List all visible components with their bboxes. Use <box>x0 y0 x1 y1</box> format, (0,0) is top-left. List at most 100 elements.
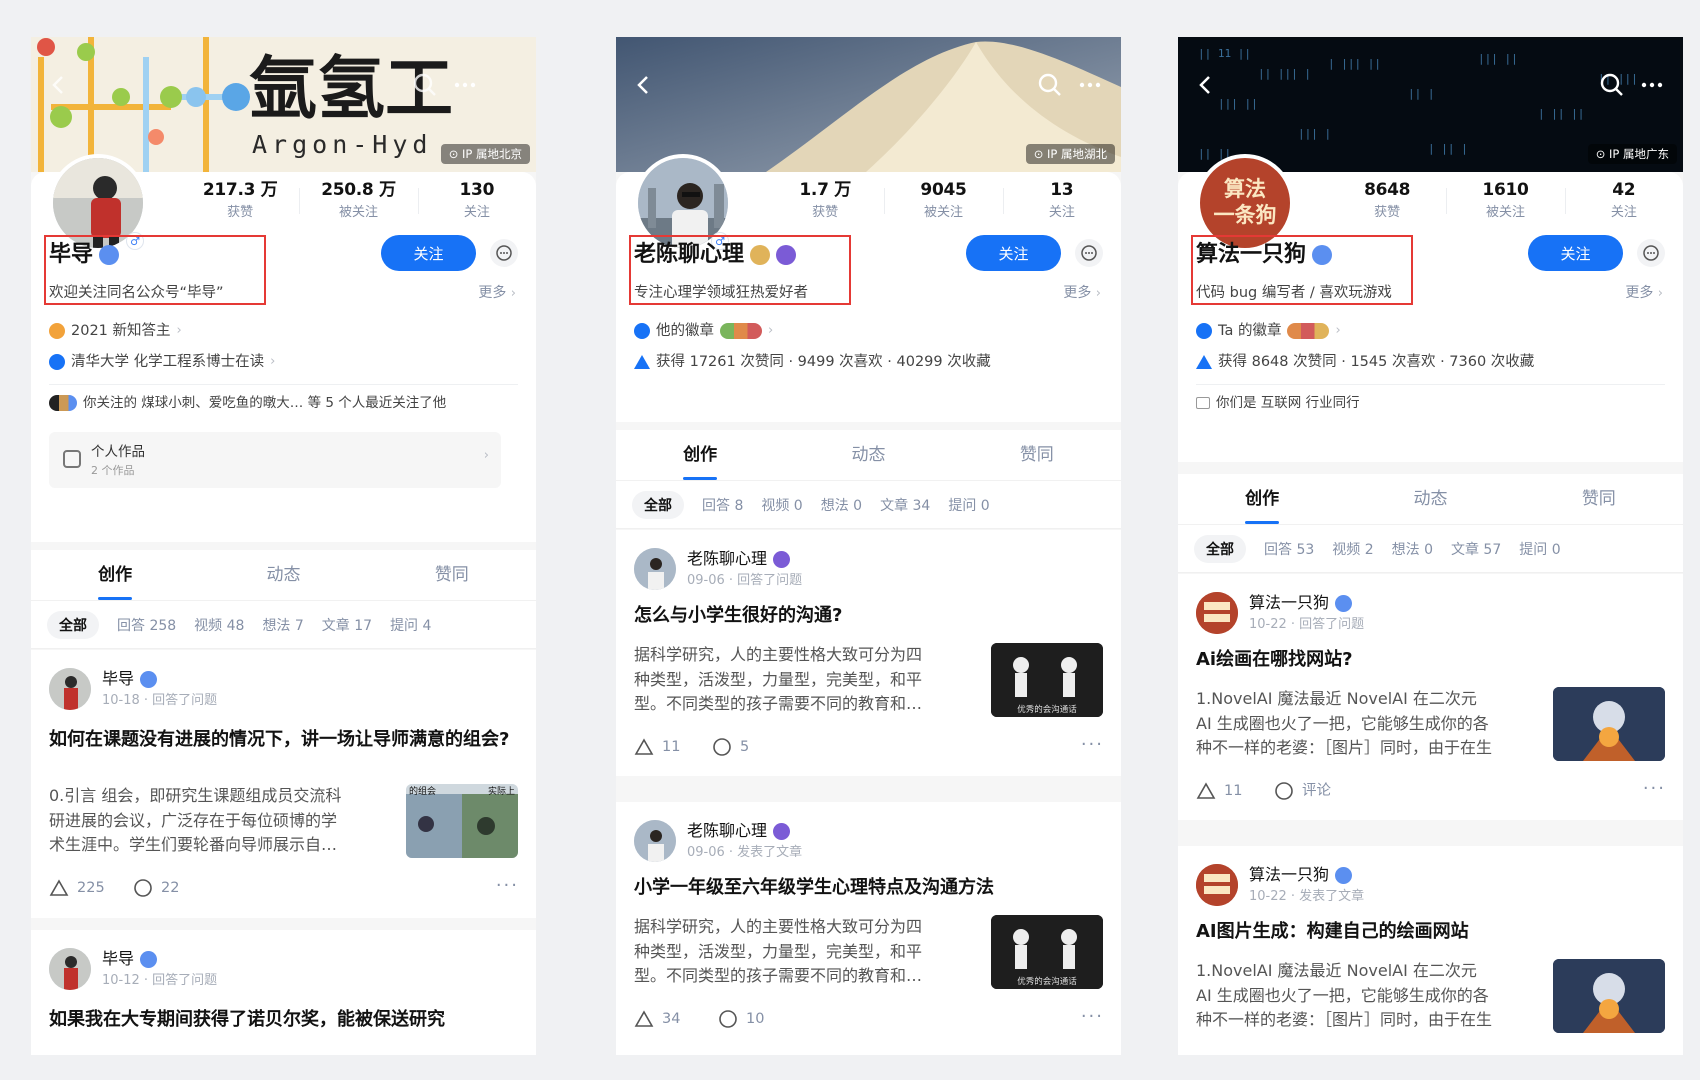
stat-likes[interactable]: 8648 获赞 <box>1328 178 1446 228</box>
search-icon[interactable] <box>411 71 439 99</box>
post-excerpt[interactable]: 据科学研究，人的主要性格大致可分为四种类型，活泼型，力量型，完美型，和平型。不同… <box>634 915 932 989</box>
author-name[interactable]: 毕导 <box>102 668 134 690</box>
more-options-icon[interactable] <box>451 71 479 99</box>
stat-likes[interactable]: 217.3 万获赞 <box>181 178 299 228</box>
post-title[interactable]: 如何在课题没有进展的情况下，讲一场让导师满意的组会? <box>49 726 518 754</box>
stat-following[interactable]: 130 关注 <box>417 178 536 228</box>
post-title[interactable]: Ai绘画在哪找网站? <box>1196 646 1665 674</box>
author-avatar[interactable] <box>634 820 676 862</box>
filter-videos[interactable]: 视频 2 <box>1332 535 1373 563</box>
filter-articles[interactable]: 文章 34 <box>880 491 930 519</box>
follow-button[interactable]: 关注 <box>966 235 1061 271</box>
back-icon[interactable] <box>1192 71 1220 99</box>
more-options-icon[interactable] <box>1076 71 1104 99</box>
badges-row[interactable]: 他的徽章 › <box>634 320 773 342</box>
education-row[interactable]: 清华大学 化学工程系博士在读 › <box>49 351 275 373</box>
more-options-icon[interactable]: ··· <box>1081 735 1104 755</box>
author-name[interactable]: 老陈聊心理 <box>687 548 767 570</box>
comment-button[interactable]: 5 <box>712 735 749 759</box>
author-name[interactable]: 老陈聊心理 <box>687 820 767 842</box>
author-avatar[interactable] <box>49 668 91 710</box>
comment-button[interactable]: 10 <box>718 1007 764 1031</box>
tab-creation[interactable]: 创作 <box>31 550 199 600</box>
upvote-button[interactable]: 11 <box>1196 779 1242 803</box>
comment-button[interactable]: 22 <box>133 876 179 900</box>
author-name[interactable]: 算法一只狗 <box>1249 864 1329 886</box>
stat-likes[interactable]: 1.7 万获赞 <box>766 178 884 228</box>
back-icon[interactable] <box>45 71 73 99</box>
post-thumbnail[interactable] <box>1553 959 1665 1033</box>
author-avatar[interactable] <box>634 548 676 590</box>
filter-thoughts[interactable]: 想法 0 <box>821 491 862 519</box>
post-excerpt[interactable]: 1.NovelAI 魔法最近 NovelAI 在二次元 AI 生成圈也火了一把，… <box>1196 959 1494 1033</box>
post-title[interactable]: 小学一年级至六年级学生心理特点及沟通方法 <box>634 874 1103 902</box>
message-icon[interactable] <box>1637 239 1665 267</box>
filter-articles[interactable]: 文章 57 <box>1451 535 1501 563</box>
stat-followers[interactable]: 250.8 万被关注 <box>299 178 417 228</box>
feed-item[interactable]: 老陈聊心理 09-06 · 发表了文章 小学一年级至六年级学生心理特点及沟通方法… <box>616 802 1121 1055</box>
upvote-button[interactable]: 225 <box>49 876 105 900</box>
filter-questions[interactable]: 提问 0 <box>1519 535 1560 563</box>
stat-followers[interactable]: 9045 被关注 <box>884 178 1002 228</box>
filter-all[interactable]: 全部 <box>47 610 99 639</box>
filter-videos[interactable]: 视频 0 <box>761 491 802 519</box>
post-title[interactable]: AI图片生成：构建自己的绘画网站 <box>1196 918 1665 946</box>
badges-row[interactable]: Ta 的徽章 › <box>1196 320 1341 342</box>
author-avatar[interactable] <box>49 948 91 990</box>
filter-answers[interactable]: 回答 8 <box>702 491 743 519</box>
post-excerpt[interactable]: 0.引言 组会，即研究生课题组成员交流科研进展的会议，广泛存在于每位硕博的学术生… <box>49 784 347 858</box>
upvote-button[interactable]: 34 <box>634 1007 680 1031</box>
feed-item[interactable]: 算法一只狗 10-22 · 回答了问题 Ai绘画在哪找网站? 1.NovelAI… <box>1178 574 1683 820</box>
tab-upvoted[interactable]: 赞同 <box>953 430 1121 480</box>
more-options-icon[interactable]: ··· <box>496 876 519 896</box>
tab-activity[interactable]: 动态 <box>199 550 367 600</box>
honor-row[interactable]: 2021 新知答主 › <box>49 320 182 342</box>
post-title[interactable]: 如果我在大专期间获得了诺贝尔奖，能被保送研究 <box>49 1006 518 1034</box>
filter-all[interactable]: 全部 <box>632 490 684 519</box>
follow-button[interactable]: 关注 <box>1528 235 1623 271</box>
author-name[interactable]: 毕导 <box>102 948 134 970</box>
tab-activity[interactable]: 动态 <box>1346 474 1514 524</box>
comment-button[interactable]: 评论 <box>1274 779 1331 803</box>
upvote-button[interactable]: 11 <box>634 735 680 759</box>
more-info-link[interactable]: 更多 › <box>1063 282 1101 305</box>
post-excerpt[interactable]: 据科学研究，人的主要性格大致可分为四种类型，活泼型，力量型，完美型，和平型。不同… <box>634 643 932 717</box>
message-icon[interactable] <box>1075 239 1103 267</box>
author-name[interactable]: 算法一只狗 <box>1249 592 1329 614</box>
post-excerpt[interactable]: 1.NovelAI 魔法最近 NovelAI 在二次元 AI 生成圈也火了一把，… <box>1196 687 1494 761</box>
personal-works-entry[interactable]: 个人作品 2 个作品 › <box>49 432 501 488</box>
author-avatar[interactable] <box>1196 864 1238 906</box>
filter-answers[interactable]: 回答 258 <box>117 611 176 639</box>
tab-creation[interactable]: 创作 <box>616 430 784 480</box>
more-options-icon[interactable]: ··· <box>1081 1007 1104 1027</box>
search-icon[interactable] <box>1598 71 1626 99</box>
stat-followers[interactable]: 1610 被关注 <box>1446 178 1564 228</box>
tab-upvoted[interactable]: 赞同 <box>368 550 536 600</box>
tab-upvoted[interactable]: 赞同 <box>1515 474 1683 524</box>
filter-videos[interactable]: 视频 48 <box>194 611 244 639</box>
post-thumbnail[interactable]: 的组会 实际上 <box>406 784 518 858</box>
mutual-followers-row[interactable]: 你关注的 煤球小刺、爱吃鱼的暾大… 等 5 个人最近关注了他 <box>49 392 446 414</box>
more-options-icon[interactable] <box>1638 71 1666 99</box>
post-thumbnail[interactable]: 优秀的会沟通话 <box>991 643 1103 717</box>
tab-activity[interactable]: 动态 <box>784 430 952 480</box>
filter-all[interactable]: 全部 <box>1194 534 1246 563</box>
message-icon[interactable] <box>490 239 518 267</box>
filter-thoughts[interactable]: 想法 0 <box>1392 535 1433 563</box>
feed-item[interactable]: 毕导 10-12 · 回答了问题 如果我在大专期间获得了诺贝尔奖，能被保送研究 <box>31 930 536 1055</box>
tab-creation[interactable]: 创作 <box>1178 474 1346 524</box>
filter-questions[interactable]: 提问 4 <box>390 611 431 639</box>
feed-item[interactable]: 老陈聊心理 09-06 · 回答了问题 怎么与小学生很好的沟通? 据科学研究，人… <box>616 530 1121 776</box>
author-avatar[interactable] <box>1196 592 1238 634</box>
post-title[interactable]: 怎么与小学生很好的沟通? <box>634 602 1103 630</box>
filter-thoughts[interactable]: 想法 7 <box>262 611 303 639</box>
back-icon[interactable] <box>630 71 658 99</box>
more-options-icon[interactable]: ··· <box>1643 779 1666 799</box>
filter-articles[interactable]: 文章 17 <box>322 611 372 639</box>
post-thumbnail[interactable] <box>1553 687 1665 761</box>
feed-item[interactable]: 算法一只狗 10-22 · 发表了文章 AI图片生成：构建自己的绘画网站 1.N… <box>1178 846 1683 1055</box>
post-thumbnail[interactable]: 优秀的会沟通话 <box>991 915 1103 989</box>
feed-item[interactable]: 毕导 10-18 · 回答了问题 如何在课题没有进展的情况下，讲一场让导师满意的… <box>31 650 536 918</box>
search-icon[interactable] <box>1036 71 1064 99</box>
follow-button[interactable]: 关注 <box>381 235 476 271</box>
